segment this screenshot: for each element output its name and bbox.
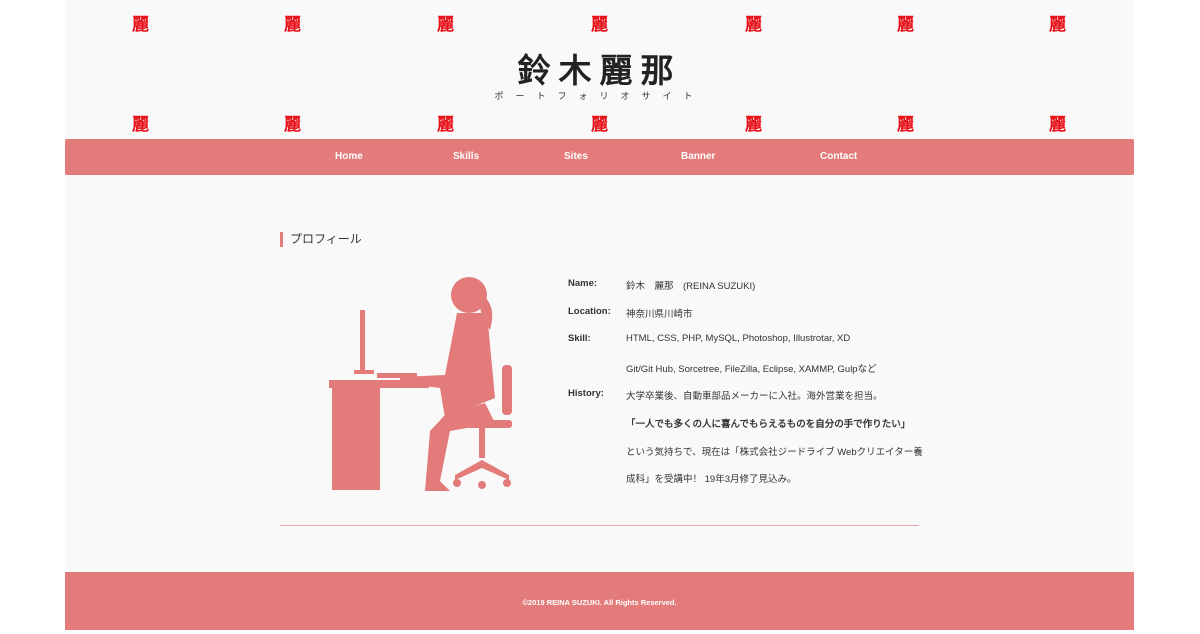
profile-key: Skill: bbox=[568, 333, 591, 344]
profile-key: Location: bbox=[568, 306, 611, 317]
footer: ©2019 REINA SUZUKI. All Rights Reserved. bbox=[65, 572, 1134, 630]
nav-banner[interactable]: Banner bbox=[681, 151, 715, 162]
page: 麗麗麗麗麗麗麗麗麗麗麗麗麗麗 鈴木麗那 ポートフォリオサイト Home Skil… bbox=[65, 0, 1134, 630]
profile-key: History: bbox=[568, 388, 604, 399]
decorative-kanji: 麗 bbox=[745, 15, 762, 35]
woman-at-desk-illustration bbox=[329, 277, 512, 491]
site-subtitle: ポートフォリオサイト bbox=[494, 92, 705, 102]
profile-value: 「一人でも多くの人に喜んでもらえるものを自分の手で作りたい」 bbox=[626, 419, 911, 430]
decorative-kanji: 麗 bbox=[284, 15, 301, 35]
nav-bar: Home Skills Sites Banner Contact bbox=[65, 139, 1134, 175]
decorative-kanji: 麗 bbox=[591, 15, 608, 35]
copyright: ©2019 REINA SUZUKI. All Rights Reserved. bbox=[522, 598, 677, 607]
decorative-kanji: 麗 bbox=[897, 15, 914, 35]
decorative-kanji: 麗 bbox=[437, 115, 454, 135]
nav-skills[interactable]: Skills bbox=[453, 151, 479, 162]
divider bbox=[280, 525, 919, 526]
profile-value: 大学卒業後、自動車部品メーカーに入社。海外営業を担当。 bbox=[626, 391, 883, 402]
decorative-kanji: 麗 bbox=[745, 115, 762, 135]
nav-sites[interactable]: Sites bbox=[564, 151, 588, 162]
decorative-kanji: 麗 bbox=[437, 15, 454, 35]
decorative-kanji: 麗 bbox=[1049, 15, 1066, 35]
decorative-kanji: 麗 bbox=[591, 115, 608, 135]
site-title: 鈴木麗那 bbox=[517, 51, 682, 90]
nav-contact[interactable]: Contact bbox=[820, 151, 857, 162]
profile-key: Name: bbox=[568, 278, 598, 289]
profile-value: 成科」を受講中！ 19年3月修了見込み。 bbox=[626, 474, 797, 485]
profile-value: 神奈川県川崎市 bbox=[626, 309, 693, 320]
decorative-kanji: 麗 bbox=[132, 15, 149, 35]
decorative-kanji: 麗 bbox=[284, 115, 301, 135]
profile-value: HTML, CSS, PHP, MySQL, Photoshop, Illust… bbox=[626, 333, 851, 344]
decorative-kanji: 麗 bbox=[132, 115, 149, 135]
profile-value: という気持ちで、現在は「株式会社ジードライブ Webクリエイター養 bbox=[626, 447, 923, 458]
nav-home[interactable]: Home bbox=[335, 151, 363, 162]
decorative-kanji: 麗 bbox=[897, 115, 914, 135]
decorative-kanji: 麗 bbox=[1049, 115, 1066, 135]
profile-value: Git/Git Hub, Sorcetree, FileZilla, Eclip… bbox=[626, 364, 877, 375]
profile-value: 鈴木 麗那 (REINA SUZUKI) bbox=[626, 281, 756, 292]
section-title: プロフィール bbox=[280, 232, 362, 247]
